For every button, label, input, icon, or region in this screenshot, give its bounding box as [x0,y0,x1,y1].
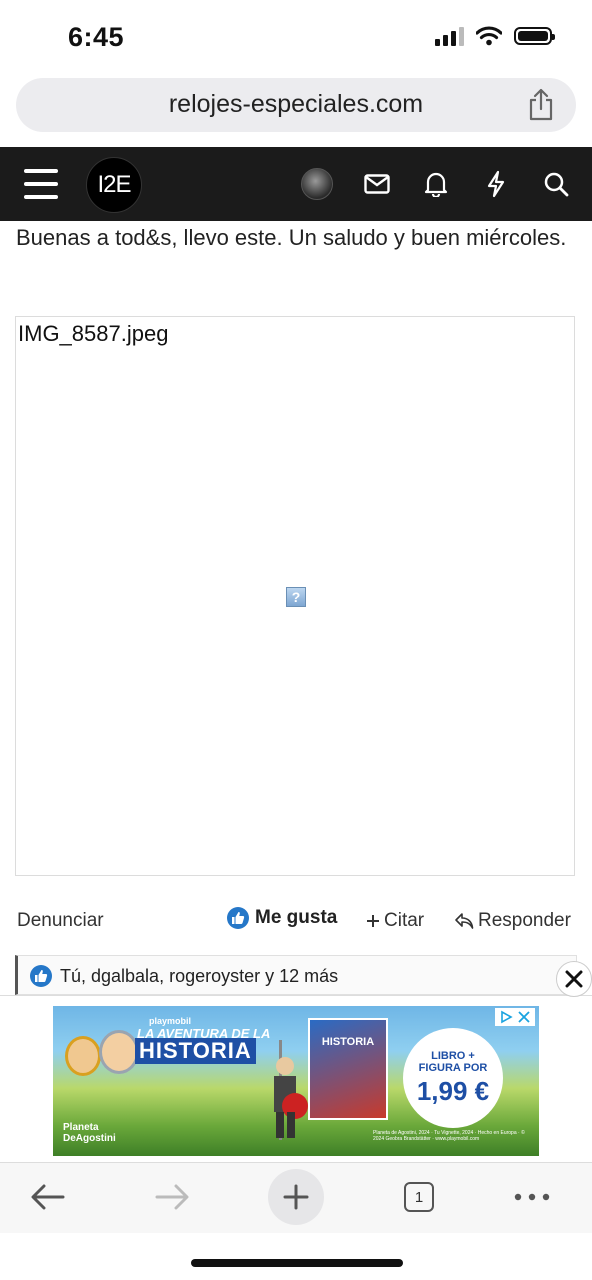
ad-publisher-line1: Planeta [63,1122,99,1133]
more-icon [514,1193,550,1201]
ad-price-badge: LIBRO + FIGURA POR 1,99 € [403,1028,503,1128]
ad-character-figure [65,1036,101,1076]
report-link[interactable]: Denunciar [17,910,104,932]
ad-book-cover: HISTORIA [308,1018,388,1120]
reply-button[interactable]: Responder [454,910,571,932]
avatar [301,168,333,200]
ad-container: playmobil LA AVENTURA DE LA HISTORIA HIS… [0,995,592,1162]
status-bar: 6:45 [0,0,592,76]
like-label: Me gusta [255,907,338,928]
user-avatar[interactable] [300,167,334,201]
thumbs-up-icon [30,965,52,987]
image-alt-text: IMG_8587.jpeg [18,321,169,346]
address-bar[interactable]: relojes-especiales.com [16,78,576,132]
plus-icon [268,1169,324,1225]
share-icon[interactable] [526,88,556,122]
post-message: Buenas a tod&s, llevo este. Un saludo y … [16,225,567,250]
broken-image-icon: ? [286,587,306,607]
lightning-icon[interactable] [479,167,513,201]
post-actions: Denunciar Me gusta Citar Responder [0,904,592,938]
thumbs-up-icon [227,907,249,929]
plus-icon [367,915,379,927]
ad-knight-figure [274,1040,308,1140]
bell-icon[interactable] [419,167,453,201]
site-logo[interactable]: I2E [86,157,142,213]
status-icons [435,26,555,46]
site-logo-text: I2E [97,171,131,198]
ad-legal-text: Planeta de Agostini, 2024 · Tu Vignette,… [373,1130,525,1142]
battery-icon [514,27,555,45]
like-button[interactable]: Me gusta [227,907,337,929]
quote-button[interactable]: Citar [366,910,424,932]
back-button[interactable] [20,1169,76,1225]
ad-brand: playmobil [149,1016,192,1026]
reply-arrow-icon [455,913,474,929]
post-image-attachment[interactable]: IMG_8587.jpeg ? [15,316,575,876]
arrow-left-icon [31,1184,65,1210]
reactions-summary[interactable]: Tú, dgalbala, rogeroyster y 12 más [60,966,338,987]
forward-button[interactable] [144,1169,200,1225]
arrow-right-icon [155,1184,189,1210]
tab-count: 1 [404,1182,434,1212]
wifi-icon [476,26,502,46]
quote-label: Citar [384,910,425,931]
url-text[interactable]: relojes-especiales.com [16,90,576,119]
ad-close-small-icon[interactable] [517,1010,531,1024]
ad-banner[interactable]: playmobil LA AVENTURA DE LA HISTORIA HIS… [53,1006,539,1156]
more-options-button[interactable] [504,1169,560,1225]
ad-badge-line2: FIGURA POR [418,1061,488,1074]
tabs-button[interactable]: 1 [391,1169,447,1225]
inbox-icon[interactable] [360,167,394,201]
ad-book-title: HISTORIA [321,1036,375,1048]
search-icon[interactable] [539,167,573,201]
home-indicator[interactable] [191,1259,403,1267]
new-tab-button[interactable] [268,1169,324,1225]
adchoices-icon[interactable] [499,1010,513,1024]
reactions-bar[interactable]: Tú, dgalbala, rogeroyster y 12 más [15,955,577,995]
ad-close-button[interactable] [556,961,592,997]
cellular-signal-icon [435,26,464,46]
ad-publisher-line2: DeAgostini [63,1133,116,1144]
ad-publisher-logo: Planeta DeAgostini [63,1122,116,1144]
site-header: I2E [0,147,592,221]
ad-choices[interactable] [495,1008,535,1026]
ad-character-figure [99,1030,139,1074]
ad-badge-line1: LIBRO + [431,1049,475,1062]
ad-price: 1,99 € [416,1075,490,1106]
browser-toolbar: 1 [0,1162,592,1233]
close-icon [565,970,583,988]
reply-label: Responder [478,910,571,931]
ad-headline: HISTORIA [135,1038,256,1064]
status-time: 6:45 [68,22,125,52]
menu-icon[interactable] [24,169,58,199]
